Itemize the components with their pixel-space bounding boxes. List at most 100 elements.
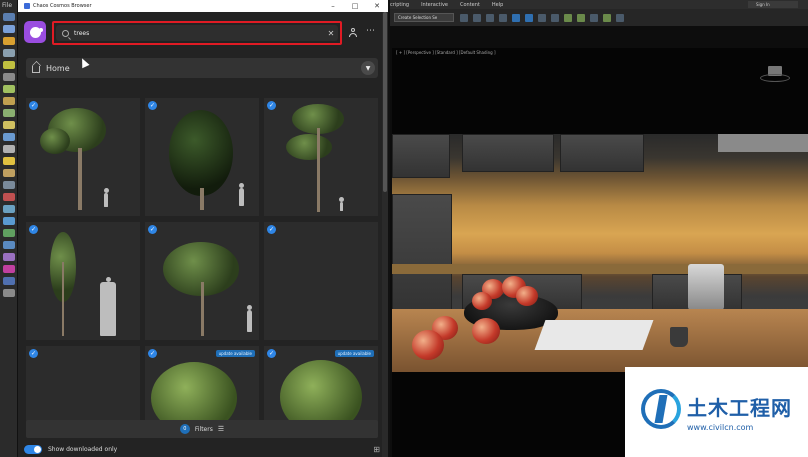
viewport-label[interactable]: [ + ] [Perspective ] [Standard ] [Defaul… <box>396 50 496 55</box>
file-menu[interactable]: File <box>0 0 17 10</box>
downloaded-check-icon: ✓ <box>267 225 276 234</box>
tool-icon[interactable] <box>2 193 15 201</box>
clear-search-icon[interactable]: ✕ <box>324 29 338 38</box>
tool-icon[interactable] <box>2 277 15 285</box>
toolbar-button-icon[interactable] <box>486 13 494 22</box>
search-input[interactable]: trees ✕ <box>56 25 338 41</box>
update-available-badge: update available <box>215 350 255 357</box>
browser-bottombar: Show downloaded only ⊞ <box>18 442 384 457</box>
tool-icon[interactable] <box>2 97 15 105</box>
browser-topbar: trees ✕ ⋯ <box>18 12 384 52</box>
tool-icon[interactable] <box>2 289 15 297</box>
watermark-title: 土木工程网 <box>687 396 792 420</box>
menu-interactive[interactable]: Interactive <box>421 2 448 8</box>
home-icon <box>32 65 40 73</box>
show-downloaded-label: Show downloaded only <box>48 446 118 453</box>
tool-icon[interactable] <box>2 241 15 249</box>
tool-icon[interactable] <box>2 253 15 261</box>
show-downloaded-toggle[interactable] <box>24 445 42 454</box>
menu-content[interactable]: Content <box>460 2 480 8</box>
asset-card[interactable]: ✓ update available <box>264 346 378 428</box>
toolbar-button-icon[interactable] <box>499 13 507 22</box>
user-icon[interactable] <box>348 28 358 38</box>
tool-icon[interactable] <box>2 265 15 273</box>
update-available-badge: update available <box>334 350 374 357</box>
maximize-icon[interactable]: □ <box>344 2 366 10</box>
max-menubar: cripting Interactive Content Help Sign I… <box>390 0 808 9</box>
tool-icon[interactable] <box>2 145 15 153</box>
selection-set-dropdown[interactable]: Create Selection Se <box>394 13 454 22</box>
downloaded-check-icon: ✓ <box>148 349 157 358</box>
downloaded-check-icon: ✓ <box>267 349 276 358</box>
menu-scripting[interactable]: cripting <box>390 2 409 8</box>
watermark-url: www.civilcn.com <box>687 423 754 432</box>
undo-icon[interactable] <box>2 13 15 21</box>
downloaded-check-icon: ✓ <box>29 225 38 234</box>
toolbar-button-icon[interactable] <box>460 13 468 22</box>
more-options-icon[interactable]: ⋯ <box>366 26 375 36</box>
cosmos-browser-window: Chaos Cosmos Browser – □ ✕ trees ✕ ⋯ Hom… <box>18 0 390 457</box>
toolbar-button-icon[interactable] <box>577 13 585 22</box>
tool-icon[interactable] <box>2 37 15 45</box>
tool-icon[interactable] <box>2 133 15 141</box>
asset-card[interactable]: ✓ <box>264 98 378 216</box>
asset-card[interactable]: ✓ <box>145 222 259 340</box>
search-icon <box>62 29 69 37</box>
tool-icon[interactable] <box>2 73 15 81</box>
search-highlight: trees ✕ <box>52 21 342 45</box>
asset-card[interactable]: ✓ <box>264 222 378 340</box>
downloaded-check-icon: ✓ <box>29 101 38 110</box>
tool-icon[interactable] <box>2 205 15 213</box>
window-titlebar: Chaos Cosmos Browser – □ ✕ <box>18 0 388 12</box>
close-window-icon[interactable]: ✕ <box>366 2 388 10</box>
tool-icon[interactable] <box>2 157 15 165</box>
toolbar-button-icon[interactable] <box>525 13 533 22</box>
minimize-icon[interactable]: – <box>322 2 344 10</box>
kitchen-render-image <box>392 134 808 372</box>
search-value: trees <box>74 29 90 37</box>
asset-card[interactable]: ✓ <box>26 346 140 428</box>
tool-icon[interactable] <box>2 85 15 93</box>
cosmos-logo-icon[interactable] <box>24 21 46 43</box>
tool-icon[interactable] <box>2 217 15 225</box>
grid-view-icon[interactable]: ⊞ <box>373 445 380 454</box>
tool-icon[interactable] <box>2 181 15 189</box>
asset-card[interactable]: ✓ <box>26 222 140 340</box>
asset-card[interactable]: ✓ update available <box>145 346 259 428</box>
tool-icon[interactable] <box>2 109 15 117</box>
toolbar-button-icon[interactable] <box>538 13 546 22</box>
tool-icon[interactable] <box>2 169 15 177</box>
max-toolbar: Create Selection Se <box>390 9 808 26</box>
app-small-logo-icon <box>24 3 30 9</box>
downloaded-check-icon: ✓ <box>267 101 276 110</box>
tool-icon[interactable] <box>2 61 15 69</box>
downloaded-check-icon: ✓ <box>148 101 157 110</box>
filters-label: Filters <box>194 425 213 433</box>
view-cube-ring[interactable] <box>760 74 790 82</box>
tool-icon[interactable] <box>2 229 15 237</box>
filter-sliders-icon: ☰ <box>217 425 225 433</box>
toolbar-button-icon[interactable] <box>616 13 624 22</box>
site-watermark: 土木工程网 www.civilcn.com <box>625 367 808 457</box>
menu-help[interactable]: Help <box>492 2 503 8</box>
filters-button[interactable]: 0 Filters ☰ <box>26 420 378 438</box>
asset-card[interactable]: ✓ <box>145 98 259 216</box>
chevron-down-icon[interactable]: ▼ <box>361 61 375 75</box>
browser-scrollbar[interactable] <box>382 12 388 457</box>
toolbar-button-icon[interactable] <box>473 13 481 22</box>
toolbar-button-icon[interactable] <box>512 13 520 22</box>
tool-icon[interactable] <box>2 49 15 57</box>
toolbar-button-icon[interactable] <box>551 13 559 22</box>
asset-card[interactable]: ✓ <box>26 98 140 216</box>
downloaded-check-icon: ✓ <box>148 225 157 234</box>
left-toolstrip: File <box>0 0 18 457</box>
sign-in-button[interactable]: Sign In <box>748 1 798 8</box>
tool-icon[interactable] <box>2 121 15 129</box>
tool-icon[interactable] <box>2 25 15 33</box>
toolbar-button-icon[interactable] <box>564 13 572 22</box>
toolbar-button-icon[interactable] <box>603 13 611 22</box>
toolbar-button-icon[interactable] <box>590 13 598 22</box>
filters-count-badge: 0 <box>179 424 190 434</box>
civilcn-logo-icon <box>641 389 681 429</box>
home-label: Home <box>46 63 70 73</box>
